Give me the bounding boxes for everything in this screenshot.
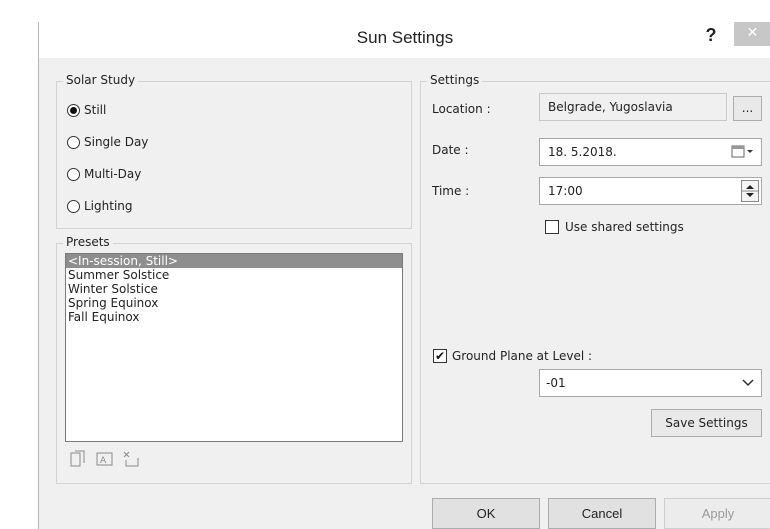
radio-single-day-indicator[interactable] (67, 135, 80, 149)
radio-multi-day-label: Multi-Day (84, 167, 142, 181)
settings-label: Settings (427, 73, 483, 87)
radio-still-label: Still (84, 103, 107, 117)
svg-text:A: A (100, 456, 107, 466)
radio-still[interactable]: Still (67, 101, 106, 119)
radio-multi-day-indicator[interactable] (67, 167, 80, 181)
presets-list[interactable]: <In-session, Still> Summer Solstice Wint… (65, 253, 403, 442)
time-label: Time : (432, 184, 470, 198)
time-spinner[interactable] (741, 180, 759, 202)
dialog-title: Sun Settings (356, 28, 454, 47)
apply-button[interactable]: Apply (664, 498, 770, 529)
date-field[interactable]: 18. 5.2018. (539, 138, 762, 166)
use-shared-settings-label[interactable]: Use shared settings (565, 220, 684, 234)
preset-item[interactable]: Spring Equinox (66, 296, 402, 310)
preset-item[interactable]: <In-session, Still> (66, 254, 402, 268)
use-shared-settings-checkbox[interactable] (545, 220, 559, 234)
delete-preset-icon[interactable] (122, 450, 142, 468)
time-value: 17:00 (548, 184, 583, 198)
solar-study-label: Solar Study (63, 73, 139, 87)
preset-item[interactable]: Fall Equinox (66, 310, 402, 324)
preset-item[interactable]: Summer Solstice (66, 268, 402, 282)
rename-preset-icon[interactable]: A (95, 450, 115, 468)
radio-lighting-label: Lighting (84, 199, 133, 213)
radio-still-indicator[interactable] (67, 103, 80, 117)
duplicate-preset-icon[interactable] (68, 450, 88, 468)
location-label: Location : (432, 102, 491, 116)
date-value: 18. 5.2018. (548, 145, 617, 159)
time-field[interactable]: 17:00 (539, 177, 762, 205)
calendar-dropdown-icon[interactable] (731, 139, 755, 175)
radio-single-day[interactable]: Single Day (67, 133, 148, 151)
radio-lighting-indicator[interactable] (67, 199, 80, 213)
level-select[interactable]: -01 (539, 369, 762, 397)
radio-lighting[interactable]: Lighting (67, 197, 133, 215)
location-field: Belgrade, Yugoslavia (539, 93, 727, 121)
presets-label: Presets (63, 235, 113, 249)
cancel-button[interactable]: Cancel (548, 498, 656, 529)
close-button[interactable]: ✕ (734, 22, 770, 46)
help-button[interactable]: ? (696, 22, 726, 52)
ok-button[interactable]: OK (432, 498, 540, 529)
radio-multi-day[interactable]: Multi-Day (67, 165, 141, 183)
preset-item[interactable]: Winter Solstice (66, 282, 402, 296)
radio-single-day-label: Single Day (84, 135, 149, 149)
date-label: Date : (432, 143, 469, 157)
save-settings-button[interactable]: Save Settings (651, 409, 762, 437)
level-value: -01 (546, 376, 566, 390)
title-bar: Sun Settings ? ✕ (39, 22, 770, 58)
location-browse-button[interactable]: ... (733, 96, 762, 121)
ground-plane-checkbox[interactable]: ✔ (433, 349, 447, 363)
chevron-down-icon[interactable] (741, 370, 755, 405)
ground-plane-label[interactable]: Ground Plane at Level : (452, 349, 592, 363)
